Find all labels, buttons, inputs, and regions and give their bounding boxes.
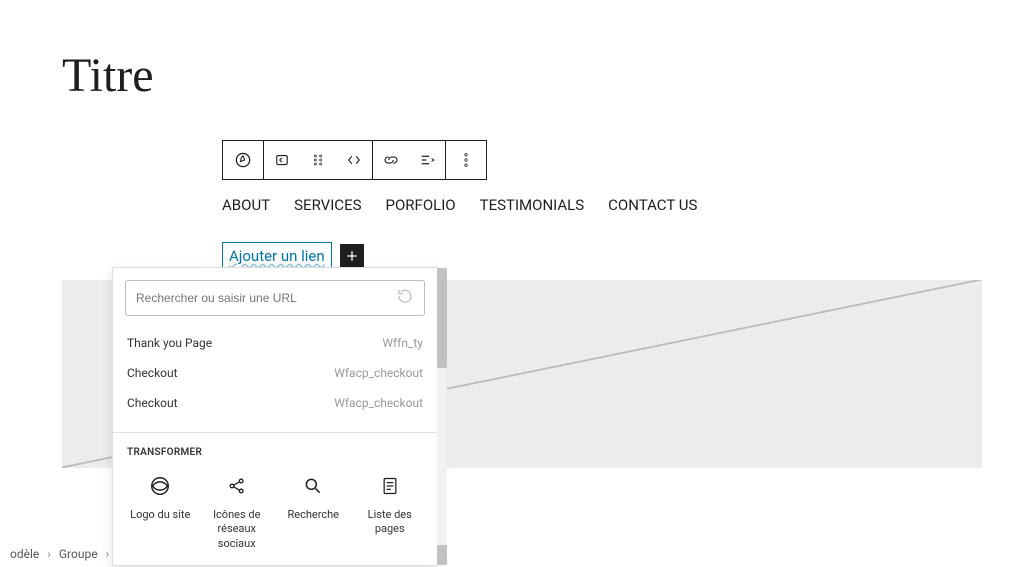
breadcrumb-item[interactable]: odèle xyxy=(10,547,39,561)
url-search-box[interactable] xyxy=(125,280,425,316)
add-link-input[interactable]: Ajouter un lien xyxy=(222,242,332,270)
submit-arrow-icon[interactable] xyxy=(396,287,414,309)
more-options-icon[interactable] xyxy=(446,141,486,179)
drag-handle-icon[interactable] xyxy=(300,141,336,179)
nav-item-about[interactable]: ABOUT xyxy=(222,196,270,214)
select-parent-icon[interactable] xyxy=(264,141,300,179)
transform-label: Liste des pages xyxy=(357,508,424,537)
chevron-right-icon: › xyxy=(106,547,110,561)
transform-section: TRANSFORMER Logo du site Icônes de résea… xyxy=(113,432,437,565)
suggestion-type: Wfacp_checkout xyxy=(334,366,423,380)
suggestion-type: Wffn_ty xyxy=(382,336,423,350)
link-popover: Thank you Page Wffn_ty Checkout Wfacp_ch… xyxy=(112,267,438,566)
navigation-menu: ABOUT SERVICES PORFOLIO TESTIMONIALS CON… xyxy=(222,196,697,214)
block-breadcrumb: odèle › Groupe › xyxy=(0,541,119,567)
transform-site-logo[interactable]: Logo du site xyxy=(127,472,194,551)
transform-social-icons[interactable]: Icônes de réseaux sociaux xyxy=(204,472,271,551)
page-title: Titre xyxy=(62,48,154,103)
transform-label: Icônes de réseaux sociaux xyxy=(204,508,271,551)
add-block-button[interactable] xyxy=(340,244,364,268)
share-icon xyxy=(223,472,251,500)
chevron-right-icon: › xyxy=(47,547,51,561)
block-toolbar xyxy=(222,140,487,180)
transform-label: Recherche xyxy=(287,508,339,522)
navigation-block-icon[interactable] xyxy=(223,141,263,179)
suggestion-title: Checkout xyxy=(127,366,178,380)
transform-heading: TRANSFORMER xyxy=(127,447,423,458)
popover-scrollbar[interactable] xyxy=(437,268,447,565)
site-logo-icon xyxy=(146,472,174,500)
transform-search[interactable]: Recherche xyxy=(280,472,347,551)
suggestion-type: Wfacp_checkout xyxy=(334,396,423,410)
breadcrumb-item[interactable]: Groupe xyxy=(59,547,98,561)
nav-item-services[interactable]: SERVICES xyxy=(294,196,361,214)
link-suggestion[interactable]: Thank you Page Wffn_ty xyxy=(127,328,423,358)
add-link-row: Ajouter un lien xyxy=(222,242,364,270)
submenu-icon[interactable] xyxy=(409,141,445,179)
nav-item-contact[interactable]: CONTACT US xyxy=(608,196,697,214)
link-suggestion[interactable]: Checkout Wfacp_checkout xyxy=(127,388,423,418)
nav-item-portfolio[interactable]: PORFOLIO xyxy=(386,196,456,214)
suggestion-title: Checkout xyxy=(127,396,178,410)
transform-label: Logo du site xyxy=(130,508,190,522)
link-icon[interactable] xyxy=(373,141,409,179)
move-left-right-icon[interactable] xyxy=(336,141,372,179)
url-search-input[interactable] xyxy=(136,291,396,305)
link-suggestion[interactable]: Checkout Wfacp_checkout xyxy=(127,358,423,388)
nav-item-testimonials[interactable]: TESTIMONIALS xyxy=(480,196,585,214)
transform-page-list[interactable]: Liste des pages xyxy=(357,472,424,551)
page-list-icon xyxy=(376,472,404,500)
link-suggestion-list: Thank you Page Wffn_ty Checkout Wfacp_ch… xyxy=(113,328,437,432)
search-icon xyxy=(299,472,327,500)
suggestion-title: Thank you Page xyxy=(127,336,212,350)
